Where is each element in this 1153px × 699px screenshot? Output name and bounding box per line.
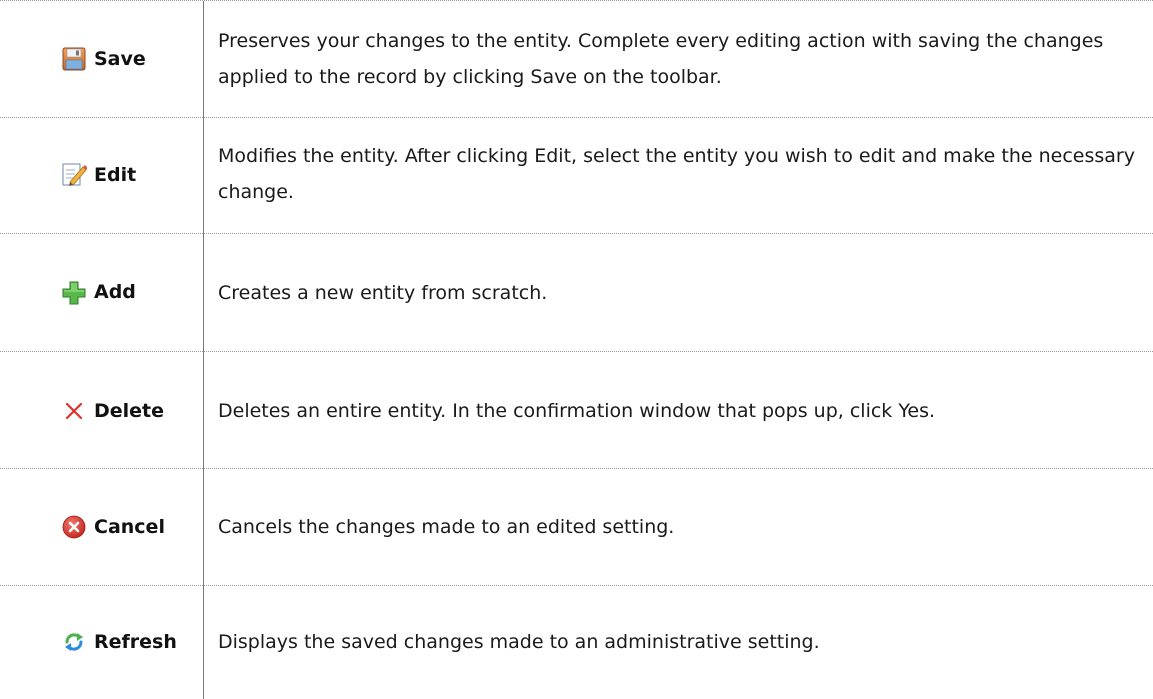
table-row: Edit Modifies the entity. After clicking… — [0, 118, 1153, 234]
row-description: Deletes an entire entity. In the confirm… — [218, 400, 936, 422]
cancel-icon — [60, 513, 88, 541]
table-row: Add Creates a new entity from scratch. — [0, 234, 1153, 352]
edit-icon — [60, 160, 88, 188]
refresh-icon — [60, 628, 88, 656]
save-icon — [60, 45, 88, 73]
table-row: Delete Deletes an entire entity. In the … — [0, 352, 1153, 469]
row-description: Preserves your changes to the entity. Co… — [218, 30, 1104, 88]
toolbar-reference-table: Save Preserves your changes to the entit… — [0, 0, 1153, 699]
row-name: Cancel — [94, 516, 165, 538]
row-name: Refresh — [94, 631, 177, 653]
row-name: Save — [94, 48, 146, 70]
row-description: Creates a new entity from scratch. — [218, 282, 548, 304]
row-name: Add — [94, 281, 136, 303]
add-icon — [60, 279, 88, 307]
table-row: Refresh Displays the saved changes made … — [0, 586, 1153, 699]
row-description: Cancels the changes made to an edited se… — [218, 516, 675, 538]
table-row: Save Preserves your changes to the entit… — [0, 1, 1153, 118]
row-name: Edit — [94, 164, 137, 186]
row-description: Modifies the entity. After clicking Edit… — [218, 145, 1135, 203]
row-name: Delete — [94, 400, 165, 422]
table-row: Cancel Cancels the changes made to an ed… — [0, 469, 1153, 586]
delete-icon — [60, 397, 88, 425]
row-description: Displays the saved changes made to an ad… — [218, 631, 820, 653]
